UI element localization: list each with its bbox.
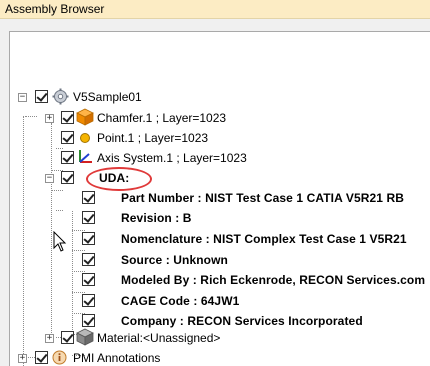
highlight-ellipse [86, 167, 152, 191]
uda-item-label: Part Number : NIST Test Case 1 CATIA V5R… [121, 191, 405, 205]
tree-line [25, 116, 37, 117]
tree-node-label: Point.1 ; Layer=1023 [97, 131, 209, 145]
visibility-checkbox[interactable] [61, 171, 74, 184]
orange-cube-icon [76, 108, 94, 126]
uda-item-label: Source : Unknown [121, 253, 228, 267]
window-title-bar: Assembly Browser [0, 0, 430, 19]
uda-item-label: Company : RECON Services Incorporated [121, 314, 363, 328]
pmi-info-icon [52, 350, 67, 365]
window-title: Assembly Browser [5, 2, 105, 16]
expand-toggle[interactable]: + [45, 114, 54, 123]
tree-node-label: PMI Annotations [73, 351, 161, 365]
tree-line [72, 250, 85, 251]
visibility-checkbox[interactable] [82, 294, 95, 307]
visibility-checkbox[interactable] [82, 191, 95, 204]
visibility-checkbox[interactable] [82, 273, 95, 286]
uda-item-label: Nomenclature : NIST Complex Test Case 1 … [121, 232, 407, 246]
visibility-checkbox[interactable] [61, 151, 74, 164]
visibility-checkbox[interactable] [82, 253, 95, 266]
tree-line [72, 271, 85, 272]
visibility-checkbox[interactable] [35, 351, 48, 364]
tree-line [56, 210, 63, 211]
tree-line [72, 292, 85, 293]
mouse-pointer-icon [53, 231, 67, 252]
visibility-checkbox[interactable] [82, 232, 95, 245]
tree-line [72, 230, 85, 231]
filter-text-area[interactable] [9, 31, 430, 94]
tree-line [51, 190, 63, 191]
visibility-checkbox[interactable] [61, 111, 74, 124]
tree-line [51, 123, 52, 339]
visibility-checkbox[interactable] [82, 211, 95, 224]
tree-node-label: Chamfer.1 ; Layer=1023 [97, 111, 227, 125]
axis-system-icon [79, 150, 92, 163]
expand-toggle[interactable]: + [18, 354, 27, 363]
tree-node-label: Material:<Unassigned> [97, 331, 221, 345]
visibility-checkbox[interactable] [82, 314, 95, 327]
tree-line [23, 116, 24, 366]
visibility-checkbox[interactable] [61, 331, 74, 344]
gear-product-icon [52, 88, 69, 105]
collapse-toggle[interactable]: − [45, 174, 54, 183]
collapse-toggle[interactable]: − [18, 93, 27, 102]
expand-toggle[interactable]: + [45, 334, 54, 343]
uda-item-label: CAGE Code : 64JW1 [121, 294, 240, 308]
tree-line [56, 148, 63, 149]
uda-item-label: Revision : B [121, 211, 192, 225]
point-icon [80, 133, 90, 143]
tree-node-label: V5Sample01 [73, 90, 142, 104]
tree-node-label: Axis System.1 ; Layer=1023 [97, 151, 247, 165]
visibility-checkbox[interactable] [35, 90, 48, 103]
visibility-checkbox[interactable] [61, 131, 74, 144]
material-cube-icon [76, 328, 94, 346]
uda-item-label: Modeled By : Rich Eckenrode, RECON Servi… [121, 273, 426, 287]
